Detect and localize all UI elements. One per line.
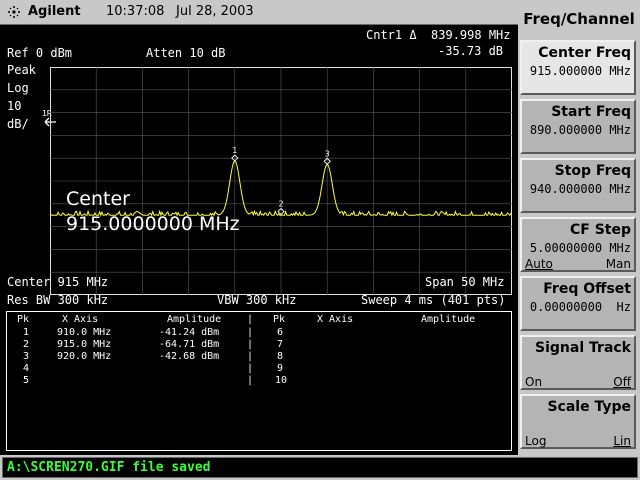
peak-table: Pk X Axis Amplitude | Pk X Axis Amplitud… [6,311,512,451]
row-amp: -42.68 dBm [159,351,220,362]
signal-track-button[interactable]: Signal Track On Off [520,335,636,390]
softkey-label: Signal Track [535,340,631,356]
brand-name: Agilent [28,4,81,19]
col-divider: | [247,375,254,386]
agilent-logo-icon [8,6,20,18]
row-pk2: 6 [277,327,284,338]
col-header-x2: X Axis [317,314,354,325]
row-pk: 3 [23,351,30,362]
peak-marker-label: 2 [278,200,283,209]
status-message-box: A:\SCREN270.GIF file saved [2,457,638,478]
softkey-label: CF Step [569,222,631,238]
peak-marker-label: 1 [232,146,237,155]
row-amp: -64.71 dBm [159,339,220,350]
cf-step-button[interactable]: CF Step 5.00000000 MHz Auto Man [520,217,636,272]
clock-time: 10:37:08 [106,4,165,19]
row-pk2: 8 [277,351,284,362]
scale-mode: Log [7,81,29,95]
col-divider: | [247,314,254,325]
col-header-pk: Pk [17,314,30,325]
row-pk2: 10 [275,375,288,386]
row-pk2: 7 [277,339,284,350]
start-freq-button[interactable]: Start Freq 890.000000 MHz [520,99,636,154]
footer-span: Span 50 MHz [425,275,505,289]
attenuation: Atten 10 dB [146,46,226,60]
row-amp: -41.24 dBm [159,327,220,338]
footer-sweep: Sweep 4 ms (401 pts) [361,293,506,307]
col-divider: | [247,363,254,374]
softkey-menu-title: Freq/Channel [518,0,640,38]
marker-readout: Cntr1 Δ 839.998 MHz [366,28,511,42]
softkey-option-off: Off [613,375,631,389]
softkey-value: 5.00000000 MHz [529,241,631,255]
spectrum-display: Cntr1 Δ 839.998 MHz -35.73 dB Ref 0 dBm … [0,25,518,455]
marker-delta-readout: -35.73 dB [438,44,504,58]
scale-unit: dB/ [7,117,29,131]
softkey-value: 915.000000 MHz [529,64,631,78]
center-overlay-value: 915.0000000 MHz [66,213,240,235]
row-pk: 4 [23,363,30,374]
status-bar: A:\SCREN270.GIF file saved [0,455,640,480]
col-divider: | [247,351,254,362]
clock-date: Jul 28, 2003 [176,4,254,19]
row-pk: 5 [23,375,30,386]
row-x: 910.0 MHz [57,327,112,338]
row-pk2: 9 [277,363,284,374]
col-header-amp: Amplitude [167,314,222,325]
col-divider: | [247,327,254,338]
center-freq-button[interactable]: Center Freq 915.000000 MHz [520,40,636,95]
softkey-panel: Freq/Channel Center Freq 915.000000 MHz … [518,0,640,455]
row-x: 915.0 MHz [57,339,112,350]
ref-level: Ref 0 dBm [7,46,73,60]
spectrum-graph: 1 2 3 [50,67,512,295]
softkey-option-auto: Auto [525,257,553,271]
row-pk: 2 [23,339,30,350]
softkey-label: Scale Type [547,399,631,415]
col-header-x: X Axis [62,314,99,325]
analyzer-screen: Agilent 10:37:08 Jul 28, 2003 Cntr1 Δ 83… [0,0,640,480]
footer-center: Center 915 MHz [7,275,109,289]
softkey-option-lin: Lin [613,434,631,448]
detector-mode: Peak [7,63,36,77]
softkey-value: 940.000000 MHz [529,182,631,196]
grid-lines [50,67,512,295]
softkey-label: Freq Offset [543,281,631,297]
softkey-label: Start Freq [551,104,631,120]
scale-type-button[interactable]: Scale Type Log Lin [520,394,636,449]
softkey-label: Stop Freq [554,163,631,179]
col-header-pk2: Pk [273,314,286,325]
softkey-option-on: On [525,375,543,389]
status-message: A:\SCREN270.GIF file saved [7,460,211,475]
row-pk: 1 [23,327,30,338]
col-header-amp2: Amplitude [421,314,476,325]
softkey-value: 0.00000000 Hz [529,300,631,314]
footer-vbw: VBW 300 kHz [217,293,297,307]
footer-rbw: Res BW 300 kHz [7,293,109,307]
freq-offset-button[interactable]: Freq Offset 0.00000000 Hz [520,276,636,331]
softkey-option-log: Log [525,434,547,448]
peak-marker-label: 3 [325,149,330,158]
softkey-option-man: Man [605,257,631,271]
row-x: 920.0 MHz [57,351,112,362]
center-overlay-label: Center [66,188,130,210]
col-divider: | [247,339,254,350]
softkey-label: Center Freq [538,45,631,61]
softkey-value: 890.000000 MHz [529,123,631,137]
stop-freq-button[interactable]: Stop Freq 940.000000 MHz [520,158,636,213]
scale-div: 10 [7,99,22,113]
title-bar: Agilent 10:37:08 Jul 28, 2003 [0,0,518,25]
